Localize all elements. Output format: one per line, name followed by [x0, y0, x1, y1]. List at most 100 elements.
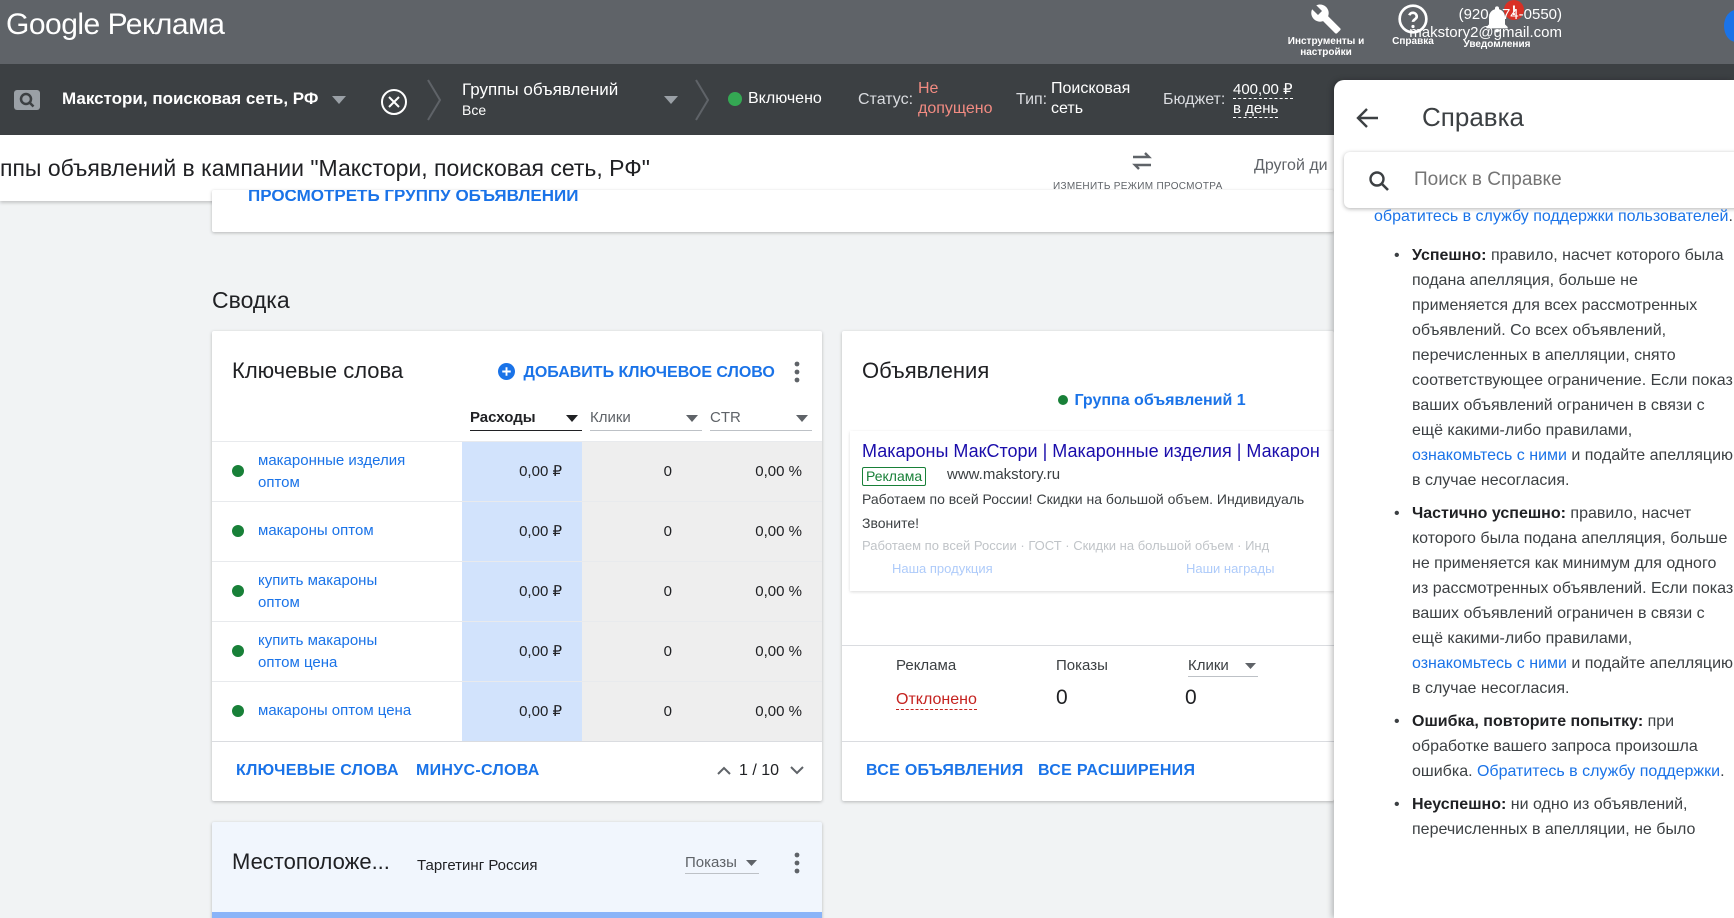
ads-card-title: Объявления — [862, 358, 990, 383]
ad-description-line1: Работаем по всей России! Скидки на больш… — [862, 491, 1305, 507]
ad-preview[interactable]: Макароны МакСтори | Макаронные изделия |… — [850, 431, 1334, 591]
negative-keywords-tab-link[interactable]: МИНУС-СЛОВА — [416, 762, 540, 780]
support-link[interactable]: обратитесь в службу поддержки пользовате… — [1374, 208, 1728, 225]
google-ads-logo[interactable]: Google Реклама — [6, 8, 225, 42]
search-icon — [1369, 171, 1389, 191]
keyword-link[interactable]: макаронные изделия оптом — [258, 450, 438, 494]
policy-link[interactable]: ознакомьтесь с ними — [1412, 655, 1567, 672]
swap-view-icon[interactable] — [1129, 149, 1155, 173]
keyword-link[interactable]: макароны оптом цена — [258, 700, 438, 722]
column-header-clicks[interactable]: Клики — [1188, 657, 1258, 677]
chevron-up-icon[interactable] — [717, 766, 731, 775]
arrow-back-icon[interactable] — [1356, 107, 1380, 129]
ad-group-selector[interactable]: Группа объявлений 1 — [1058, 392, 1246, 410]
enabled-status-icon — [1058, 395, 1068, 405]
chevron-down-icon[interactable] — [790, 766, 804, 775]
tools-and-settings-button[interactable]: Инструменты и настройки — [1281, 0, 1371, 58]
avatar[interactable] — [1724, 10, 1734, 42]
search-campaign-icon[interactable] — [14, 90, 40, 110]
campaign-state[interactable]: Включено — [748, 90, 822, 108]
cost-cell: 0,00 ₽ — [462, 442, 582, 502]
status-list: Успешно: правило, насчет которого была п… — [1374, 243, 1734, 842]
help-search-box[interactable] — [1344, 152, 1734, 208]
ad-group-name: Группа объявлений 1 — [1074, 392, 1246, 409]
cost-cell: 0,00 ₽ — [462, 562, 582, 622]
policy-link[interactable]: ознакомьтесь с ними — [1412, 447, 1567, 464]
sitelink-1: Наша продукция — [892, 561, 993, 576]
ad-groups-value[interactable]: Все — [462, 102, 486, 118]
sort-dropdown-icon — [796, 415, 808, 422]
ad-description-line2: Звоните! — [862, 515, 920, 531]
sort-dropdown-icon — [686, 415, 698, 422]
table-row[interactable]: макароны оптом 0,00 ₽ 0 0,00 % — [212, 501, 822, 562]
more-vert-icon[interactable] — [794, 361, 800, 383]
status-value-line1[interactable]: Не — [918, 80, 938, 98]
budget-value-line2[interactable]: в день — [1233, 100, 1279, 118]
chevron-down-icon[interactable] — [664, 96, 678, 104]
enabled-status-icon — [728, 92, 742, 106]
support-link[interactable]: Обратитесь в службу поддержки — [1477, 763, 1720, 780]
metric-selector[interactable]: Показы — [685, 854, 759, 874]
ctr-cell: 0,00 % — [702, 502, 822, 562]
clicks-cell: 0 — [582, 442, 702, 502]
table-row[interactable]: макароны оптом цена 0,00 ₽ 0 0,00 % — [212, 681, 822, 742]
keyword-link[interactable]: купить макароны оптом цена — [258, 630, 408, 674]
table-row[interactable]: купить макароны оптом 0,00 ₽ 0 0,00 % — [212, 561, 822, 622]
ad-headline[interactable]: Макароны МакСтори | Макаронные изделия |… — [862, 441, 1320, 462]
view-ad-group-link[interactable]: ПРОСМОТРЕТЬ ГРУППУ ОБЪЯВЛЕНИЙ — [248, 190, 578, 206]
type-label: Тип: — [1016, 91, 1048, 108]
account-info[interactable]: (920-074-0550) makstory2@gmail.com — [1409, 6, 1562, 42]
table-row[interactable]: купить макароны оптом цена 0,00 ₽ 0 0,00… — [212, 621, 822, 682]
top-header: Google Реклама Инструменты и настройки С… — [0, 0, 1734, 64]
clicks-value: 0 — [1185, 686, 1197, 709]
keywords-card-title: Ключевые слова — [232, 358, 404, 383]
all-ads-link[interactable]: ВСЕ ОБЪЯВЛЕНИЯ — [866, 762, 1024, 780]
locations-card-title: Местоположе... — [232, 849, 390, 874]
help-search-input[interactable] — [1414, 166, 1714, 194]
ad-badge: Реклама — [862, 467, 927, 486]
enabled-status-icon — [232, 645, 244, 657]
date-range-button[interactable]: Другой ди — [1254, 157, 1328, 175]
clicks-cell: 0 — [582, 562, 702, 622]
all-extensions-link[interactable]: ВСЕ РАСШИРЕНИЯ — [1038, 762, 1195, 780]
type-value-line2: сеть — [1051, 100, 1084, 117]
add-keyword-button[interactable]: ДОБАВИТЬ КЛЮЧЕВОЕ СЛОВО — [498, 363, 775, 382]
clicks-cell: 0 — [582, 622, 702, 682]
ad-status-rejected[interactable]: Отклонено — [896, 691, 977, 710]
list-item: Ошибка, повторите попытку: при обработке… — [1374, 709, 1734, 784]
clear-campaign-icon[interactable] — [380, 88, 408, 116]
column-header-ctr[interactable]: CTR — [710, 409, 812, 431]
ctr-cell: 0,00 % — [702, 622, 822, 682]
column-header-clicks[interactable]: Клики — [590, 409, 702, 431]
enabled-status-icon — [232, 705, 244, 717]
status-value-line2[interactable]: допущено — [918, 100, 993, 118]
budget-value-line1[interactable]: 400,00 ₽ — [1233, 80, 1293, 99]
clicks-cell: 0 — [582, 682, 702, 742]
ad-groups-title[interactable]: Группы объявлений — [462, 80, 618, 100]
ctr-cell: 0,00 % — [702, 562, 822, 622]
table-row[interactable]: макаронные изделия оптом 0,00 ₽ 0 0,00 % — [212, 441, 822, 502]
account-phone: (920-074-0550) — [1458, 6, 1562, 23]
pagination-text: 1 / 10 — [739, 762, 780, 779]
keyword-link[interactable]: купить макароны оптом — [258, 570, 408, 614]
breadcrumb-separator-icon — [427, 79, 442, 121]
ad-display-url: www.makstory.ru — [947, 466, 1061, 483]
targeting-label: Таргетинг Россия — [417, 857, 538, 874]
wrench-icon — [1311, 4, 1341, 34]
keyword-link[interactable]: макароны оптом — [258, 520, 438, 542]
keywords-tab-link[interactable]: КЛЮЧЕВЫЕ СЛОВА — [236, 762, 399, 780]
column-header-impressions: Показы — [1056, 657, 1108, 674]
campaign-selector[interactable]: Макстори, поисковая сеть, РФ — [62, 89, 318, 109]
summary-heading: Сводка — [212, 287, 290, 313]
cost-cell: 0,00 ₽ — [462, 682, 582, 742]
magnifier-icon — [19, 92, 35, 108]
breadcrumb-separator-icon — [695, 79, 710, 121]
help-panel: Справка обратитесь в службу поддержки по… — [1334, 80, 1734, 918]
chevron-down-icon[interactable] — [332, 96, 346, 104]
help-article: обратитесь в службу поддержки пользовате… — [1374, 208, 1734, 842]
enabled-status-icon — [232, 465, 244, 477]
ctr-cell: 0,00 % — [702, 682, 822, 742]
more-vert-icon[interactable] — [794, 852, 800, 874]
ad-callouts: Работаем по всей России · ГОСТ · Скидки … — [862, 538, 1270, 553]
column-header-cost[interactable]: Расходы — [470, 409, 582, 431]
